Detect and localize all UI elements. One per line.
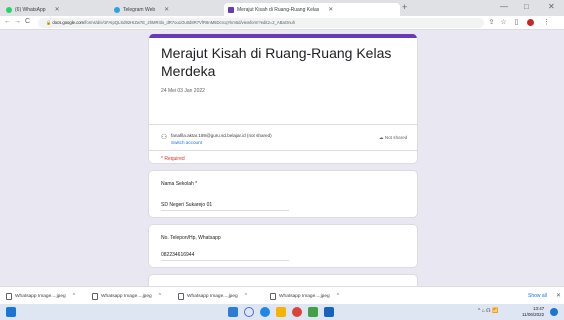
windows-taskbar: ^ ⌂ ☊ 📶 13:47 11/06/2022 xyxy=(0,304,564,320)
browser-toolbar: ← → C 🔒 docs.google.com/forms/d/e/1FAIpQ… xyxy=(0,16,564,30)
taskbar-clock[interactable]: 13:47 11/06/2022 xyxy=(522,306,544,317)
forward-button[interactable]: → xyxy=(14,18,21,25)
tab-label: Telegram Web xyxy=(123,6,156,13)
show-all-downloads-link[interactable]: Show all xyxy=(528,293,547,299)
menu-icon[interactable]: ⋮ xyxy=(543,19,550,26)
file-icon xyxy=(178,292,184,300)
close-icon[interactable]: ✕ xyxy=(55,6,60,13)
tab-label: Merajut Kisah di Ruang-Ruang Kelas xyxy=(237,6,320,13)
google-forms-icon xyxy=(228,6,234,13)
file-icon xyxy=(92,292,98,300)
photos-icon[interactable] xyxy=(324,307,334,317)
windows-start-icon[interactable] xyxy=(6,307,16,317)
file-icon xyxy=(6,292,12,300)
question-label: Nama Sekolah * xyxy=(161,181,198,187)
extensions-icon[interactable]: ▯ xyxy=(513,19,520,26)
download-item[interactable]: Whatsapp Image....jpeg ^ xyxy=(270,291,339,301)
search-icon[interactable] xyxy=(244,307,254,317)
chevron-up-icon[interactable]: ^ xyxy=(159,293,161,299)
address-bar[interactable]: 🔒 docs.google.com/forms/d/e/1FAIpQLSd92H… xyxy=(38,18,484,28)
school-name-input[interactable]: SD Negeri Sukarejo 01 xyxy=(161,202,289,211)
notification-icon[interactable] xyxy=(550,308,558,316)
chevron-up-icon[interactable]: ^ xyxy=(73,293,75,299)
task-view-icon[interactable] xyxy=(228,307,238,317)
file-explorer-icon[interactable] xyxy=(276,307,286,317)
maximize-button[interactable]: □ xyxy=(524,2,529,11)
star-icon[interactable]: ☆ xyxy=(500,19,507,26)
form-header-card: Merajut Kisah di Ruang-Ruang Kelas Merde… xyxy=(148,34,418,164)
chevron-up-icon[interactable]: ^ xyxy=(337,293,339,299)
close-downloads-button[interactable]: ✕ xyxy=(556,292,561,299)
whatsapp-icon xyxy=(6,6,12,13)
downloads-bar: Whatsapp Image....jpeg ^ Whatsapp Image.… xyxy=(0,286,564,304)
clock-date: 11/06/2022 xyxy=(522,311,545,317)
question-card: No. Telepon/Hp, Whatsapp 082234616944 xyxy=(148,224,418,268)
profile-icon[interactable] xyxy=(527,19,534,26)
form-title: Merajut Kisah di Ruang-Ruang Kelas Merde… xyxy=(161,45,392,79)
account-email: fanafila.aktar.189@guru.sd.belajar.id (n… xyxy=(171,133,272,138)
account-icon: ⚇ xyxy=(161,134,168,141)
form-date: 24 Mei 03 Jan 2022 xyxy=(161,88,205,94)
edge-icon[interactable] xyxy=(260,307,270,317)
question-label: No. Telepon/Hp, Whatsapp xyxy=(161,235,221,241)
close-icon[interactable]: ✕ xyxy=(328,6,333,13)
share-icon[interactable]: ⇪ xyxy=(488,19,495,26)
divider xyxy=(149,150,417,151)
reload-button[interactable]: C xyxy=(25,18,30,25)
file-icon xyxy=(270,292,276,300)
form-accent-band xyxy=(149,34,417,38)
minimize-button[interactable]: — xyxy=(500,2,508,11)
not-shared-label: ☁ Not shared xyxy=(379,135,408,140)
address-host: docs.google.com xyxy=(52,20,85,25)
close-window-button[interactable]: ✕ xyxy=(548,2,555,11)
address-path: /forms/d/e/1FAIpQLSd92HIZw7E_2hMR4lo_dR7… xyxy=(84,20,296,25)
download-item[interactable]: Whatsapp Image....jpeg ^ xyxy=(178,291,247,301)
download-item[interactable]: Whatsapp Image....jpeg ^ xyxy=(6,291,75,301)
back-button[interactable]: ← xyxy=(4,18,11,25)
switch-account-link[interactable]: Switch account xyxy=(171,140,202,145)
telegram-icon xyxy=(114,6,120,13)
divider xyxy=(149,124,417,125)
browser-tab-strip: (6) WhatsApp ✕ Telegram Web ✕ Merajut Ki… xyxy=(0,0,564,16)
phone-number-input[interactable]: 082234616944 xyxy=(161,252,289,261)
tab-whatsapp[interactable]: (6) WhatsApp ✕ xyxy=(2,3,106,16)
tab-label: (6) WhatsApp xyxy=(15,6,46,13)
required-note: * Required xyxy=(161,156,185,162)
paint-icon[interactable] xyxy=(308,307,318,317)
close-icon[interactable]: ✕ xyxy=(164,6,169,13)
tab-telegram[interactable]: Telegram Web ✕ xyxy=(110,3,220,16)
question-card: Nama Sekolah * SD Negeri Sukarejo 01 xyxy=(148,170,418,218)
chevron-up-icon[interactable]: ^ xyxy=(245,293,247,299)
new-tab-button[interactable]: + xyxy=(402,2,407,12)
system-tray[interactable]: ^ ⌂ ☊ 📶 xyxy=(478,308,498,314)
chrome-icon[interactable] xyxy=(292,307,302,317)
tab-google-form[interactable]: Merajut Kisah di Ruang-Ruang Kelas ✕ xyxy=(224,3,400,16)
download-item[interactable]: Whatsapp Image....jpeg ^ xyxy=(92,291,161,301)
